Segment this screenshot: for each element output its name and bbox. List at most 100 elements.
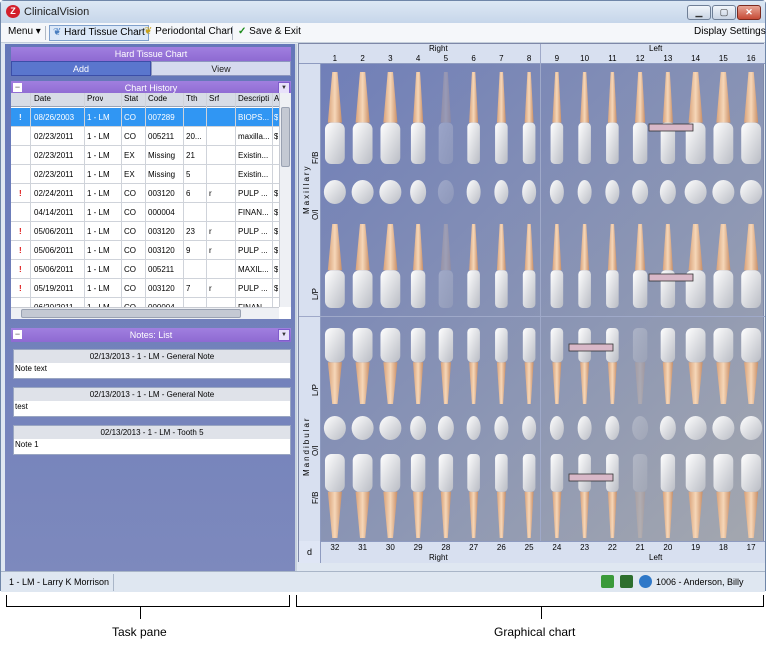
- periodontal-chart-button[interactable]: ❦ Periodontal Chart: [141, 25, 236, 41]
- tooth[interactable]: [578, 328, 591, 404]
- tooth[interactable]: [324, 328, 345, 404]
- col-date[interactable]: Date: [34, 94, 51, 103]
- chevron-down-icon[interactable]: ▼: [278, 329, 290, 341]
- tooth-occlusal[interactable]: [605, 416, 620, 440]
- tooth-occlusal[interactable]: [549, 180, 564, 204]
- tooth[interactable]: [522, 454, 536, 538]
- tooth[interactable]: [550, 224, 564, 308]
- tooth[interactable]: [495, 72, 508, 164]
- tooth-occlusal[interactable]: [466, 180, 481, 204]
- collapse-icon[interactable]: −: [13, 330, 22, 339]
- tooth-number-lower[interactable]: 20: [657, 543, 679, 552]
- tooth[interactable]: [380, 454, 401, 538]
- bridge-marker[interactable]: [568, 343, 614, 352]
- tooth[interactable]: [713, 72, 734, 164]
- note-card[interactable]: 02/13/2013 - 1 - LM - General Note test: [13, 387, 291, 417]
- tooth[interactable]: [352, 328, 373, 404]
- tooth[interactable]: [550, 72, 564, 164]
- tooth-occlusal[interactable]: [577, 180, 592, 204]
- tooth-number-lower[interactable]: 24: [546, 543, 568, 552]
- tooth[interactable]: [632, 454, 648, 538]
- tooth[interactable]: [380, 328, 401, 404]
- tooth[interactable]: [578, 454, 591, 538]
- tooth[interactable]: [438, 328, 454, 404]
- tooth-occlusal[interactable]: [740, 416, 763, 440]
- teeth-diagram[interactable]: [299, 44, 765, 563]
- tooth-number-lower[interactable]: 18: [712, 543, 734, 552]
- tooth-number-lower[interactable]: 32: [324, 543, 346, 552]
- tooth[interactable]: [352, 224, 373, 308]
- tooth[interactable]: [467, 224, 480, 308]
- bridge-marker[interactable]: [648, 123, 694, 132]
- tooth[interactable]: [438, 224, 454, 308]
- tooth-occlusal[interactable]: [684, 180, 707, 204]
- tooth[interactable]: [550, 454, 564, 538]
- tooth[interactable]: [713, 328, 734, 404]
- tooth[interactable]: [438, 72, 454, 164]
- tooth[interactable]: [632, 72, 648, 164]
- maximize-button[interactable]: ▢: [712, 5, 736, 20]
- tooth[interactable]: [685, 224, 706, 308]
- tooth[interactable]: [438, 454, 454, 538]
- bridge-marker[interactable]: [568, 473, 614, 482]
- bridge-marker[interactable]: [648, 273, 694, 282]
- tooth[interactable]: [685, 328, 706, 404]
- tooth[interactable]: [467, 328, 480, 404]
- tooth-occlusal[interactable]: [379, 416, 402, 440]
- tooth[interactable]: [522, 72, 536, 164]
- horizontal-scrollbar[interactable]: [11, 307, 279, 319]
- tooth[interactable]: [324, 72, 345, 164]
- tooth-occlusal[interactable]: [549, 416, 564, 440]
- tooth-occlusal[interactable]: [437, 180, 454, 204]
- tooth-number-lower[interactable]: 31: [352, 543, 374, 552]
- tooth[interactable]: [324, 224, 345, 308]
- scroll-thumb[interactable]: [21, 309, 241, 318]
- tooth-occlusal[interactable]: [632, 416, 649, 440]
- vertical-scrollbar[interactable]: [279, 93, 291, 307]
- tooth-occlusal[interactable]: [712, 180, 735, 204]
- tooth-occlusal[interactable]: [577, 416, 592, 440]
- tooth-occlusal[interactable]: [466, 416, 481, 440]
- tooth[interactable]: [410, 224, 426, 308]
- refresh-icon[interactable]: [639, 575, 652, 588]
- tooth[interactable]: [713, 454, 734, 538]
- view-tab[interactable]: View: [151, 61, 291, 76]
- tooth-occlusal[interactable]: [632, 180, 649, 204]
- tooth[interactable]: [660, 72, 676, 164]
- pane-splitter[interactable]: [295, 44, 297, 571]
- tooth[interactable]: [741, 328, 762, 404]
- tooth[interactable]: [685, 454, 706, 538]
- col-prov[interactable]: Prov: [87, 94, 103, 103]
- tooth[interactable]: [380, 224, 401, 308]
- tooth-number-lower[interactable]: 27: [463, 543, 485, 552]
- tooth-occlusal[interactable]: [684, 416, 707, 440]
- tooth[interactable]: [410, 72, 426, 164]
- tooth[interactable]: [713, 224, 734, 308]
- tooth[interactable]: [410, 328, 426, 404]
- tooth[interactable]: [495, 328, 508, 404]
- tooth[interactable]: [352, 454, 373, 538]
- hard-tissue-chart-button[interactable]: ❦ Hard Tissue Chart: [49, 25, 149, 41]
- tooth-occlusal[interactable]: [740, 180, 763, 204]
- tooth[interactable]: [741, 72, 762, 164]
- tooth[interactable]: [578, 224, 591, 308]
- tooth[interactable]: [685, 72, 706, 164]
- tooth-number-lower[interactable]: 17: [740, 543, 762, 552]
- corner-cell[interactable]: d: [299, 541, 321, 563]
- tooth[interactable]: [632, 328, 648, 404]
- note-card[interactable]: 02/13/2013 - 1 - LM - General Note Note …: [13, 349, 291, 379]
- save-exit-button[interactable]: ✓ Save & Exit: [235, 25, 304, 41]
- col-code[interactable]: Code: [148, 94, 167, 103]
- tooth-occlusal[interactable]: [494, 416, 509, 440]
- tooth[interactable]: [660, 328, 676, 404]
- tooth-occlusal[interactable]: [437, 416, 454, 440]
- tooth-occlusal[interactable]: [494, 180, 509, 204]
- tooth[interactable]: [606, 454, 619, 538]
- tooth[interactable]: [741, 224, 762, 308]
- tooth[interactable]: [467, 454, 480, 538]
- tooth-number-lower[interactable]: 29: [407, 543, 429, 552]
- col-stat[interactable]: Stat: [124, 94, 138, 103]
- collapse-icon[interactable]: −: [13, 83, 22, 92]
- tooth-number-lower[interactable]: 23: [574, 543, 596, 552]
- col-description[interactable]: Descripti: [238, 94, 272, 103]
